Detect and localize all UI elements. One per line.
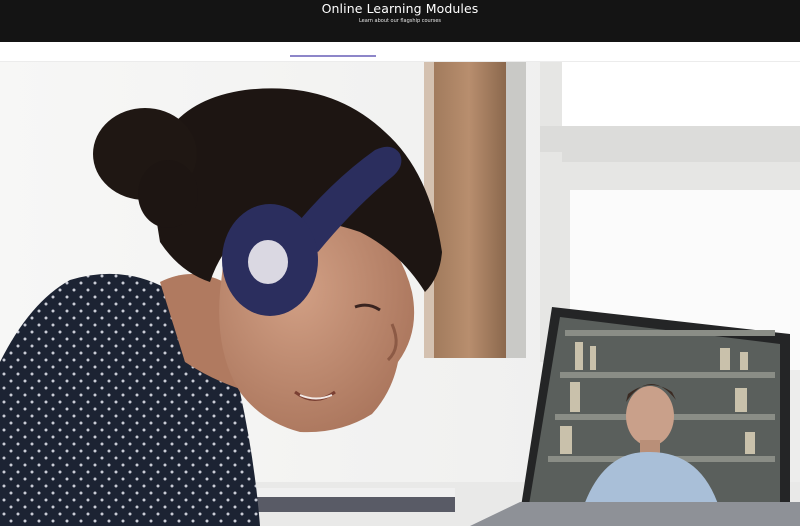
active-tab-indicator xyxy=(290,55,376,57)
hero-image xyxy=(0,62,800,526)
section-tab-bar xyxy=(0,42,800,62)
page-header: Online Learning Modules Learn about our … xyxy=(0,0,800,42)
woman-headphones-video-call-photo-icon xyxy=(0,62,800,526)
page-subtitle: Learn about our flagship courses xyxy=(358,18,442,24)
page-title: Online Learning Modules xyxy=(321,1,479,16)
